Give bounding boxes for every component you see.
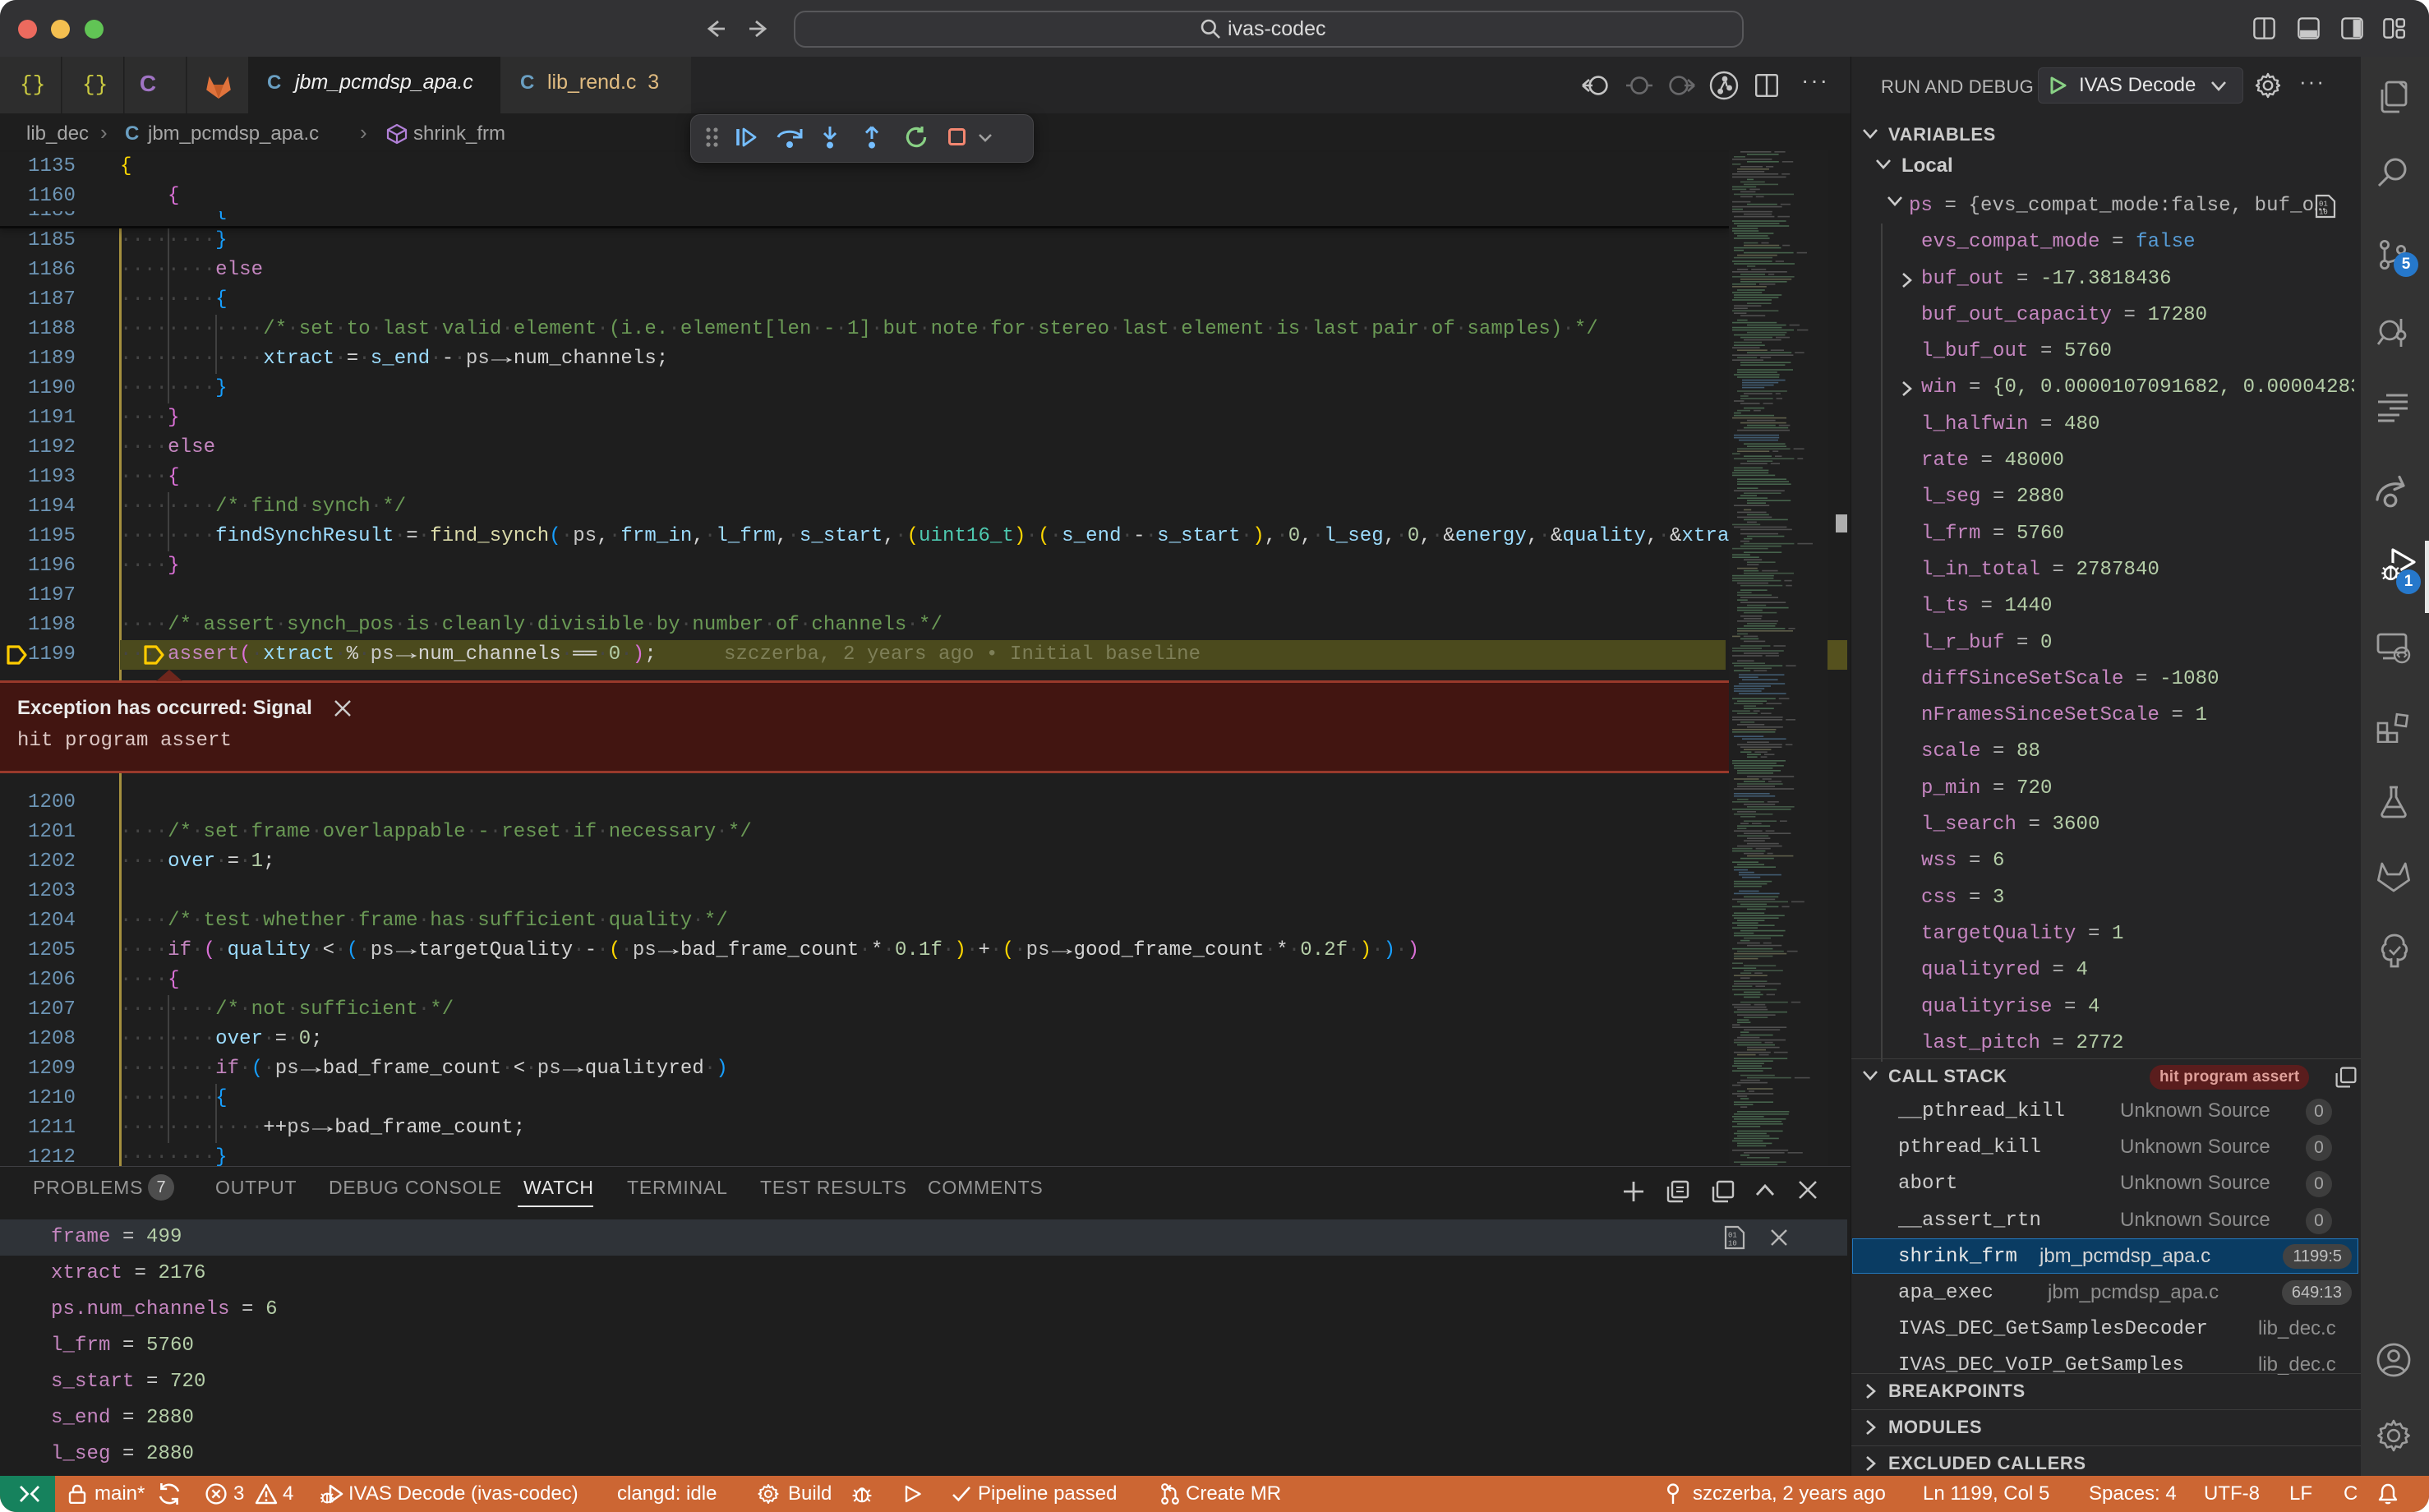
svg-text:10: 10 — [1728, 1239, 1737, 1247]
svg-text:01: 01 — [2319, 200, 2328, 208]
svg-text:01: 01 — [1728, 1231, 1737, 1239]
svg-text:10: 10 — [2319, 208, 2328, 216]
